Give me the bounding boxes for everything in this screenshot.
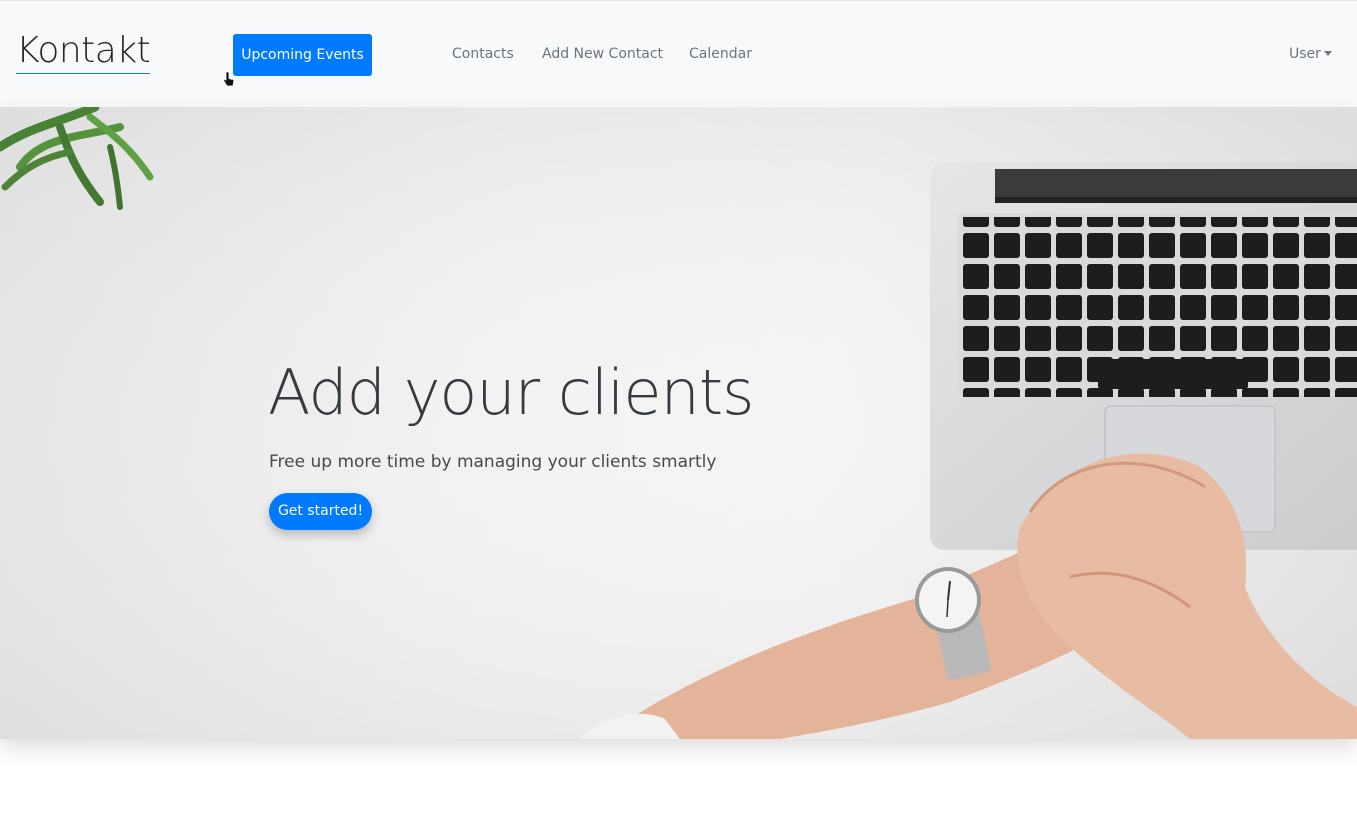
pointer-cursor-icon bbox=[223, 71, 235, 87]
nav-link-add-new-contact[interactable]: Add New Contact bbox=[542, 44, 663, 64]
navbar: Kontakt Upcoming Events Contacts Add New… bbox=[0, 0, 1357, 107]
hero-title: Add your clients bbox=[268, 356, 754, 429]
user-dropdown-toggle[interactable]: User bbox=[1289, 44, 1321, 64]
get-started-button[interactable]: Get started! bbox=[269, 493, 372, 530]
brand-logo[interactable]: Kontakt bbox=[16, 29, 151, 74]
nav-link-calendar[interactable]: Calendar bbox=[689, 44, 752, 64]
nav-link-contacts[interactable]: Contacts bbox=[452, 44, 514, 64]
dropdown-caret-icon[interactable] bbox=[1324, 51, 1332, 56]
hero-section: Add your clients Free up more time by ma… bbox=[0, 107, 1357, 739]
hero-subtitle: Free up more time by managing your clien… bbox=[269, 452, 717, 472]
upcoming-events-button[interactable]: Upcoming Events bbox=[233, 34, 372, 76]
